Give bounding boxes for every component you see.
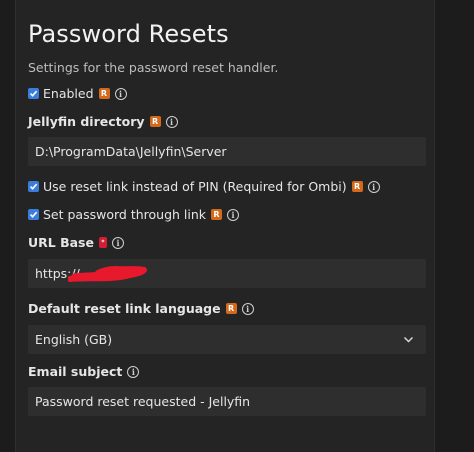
default-language-selected: English (GB) [35,332,113,347]
section-subtitle: Settings for the password reset handler. [28,60,279,75]
info-icon[interactable]: i [127,365,140,378]
url-base-label: URL Base [28,235,94,250]
jellyfin-directory-value: D:\ProgramData\Jellyfin\Server [35,144,227,159]
default-language-select[interactable]: English (GB) [28,325,426,354]
jellyfin-directory-input[interactable]: D:\ProgramData\Jellyfin\Server [28,137,426,166]
info-icon[interactable]: i [227,208,240,221]
restart-required-badge: R [149,116,161,127]
restart-required-badge: R [211,209,223,220]
default-language-label-row: Default reset link language R i [28,301,254,316]
redaction-scribble [68,266,147,282]
email-subject-input[interactable]: Password reset requested - Jellyfin [28,387,426,416]
info-icon[interactable]: i [114,87,127,100]
use-reset-link-row[interactable]: Use reset link instead of PIN (Required … [28,179,380,194]
settings-panel: Password Resets Settings for the passwor… [15,0,435,452]
enabled-checkbox[interactable] [28,88,39,99]
url-base-input[interactable]: https:// [28,259,426,288]
enabled-label: Enabled [43,86,94,101]
section-title: Password Resets [28,20,229,48]
url-base-label-row: URL Base * i [28,235,124,250]
info-icon[interactable]: i [367,180,380,193]
info-icon[interactable]: i [165,115,178,128]
email-subject-label: Email subject [28,364,123,379]
info-icon[interactable]: i [241,302,254,315]
restart-required-badge: R [98,88,110,99]
required-badge: * [98,237,107,248]
jellyfin-directory-label-row: Jellyfin directory R i [28,114,178,129]
use-reset-link-checkbox[interactable] [28,181,39,192]
restart-required-badge: R [225,303,237,314]
set-password-link-checkbox[interactable] [28,209,39,220]
email-subject-label-row: Email subject i [28,364,140,379]
set-password-link-label: Set password through link [43,207,207,222]
chevron-down-icon [403,336,414,343]
use-reset-link-label: Use reset link instead of PIN (Required … [43,179,347,194]
restart-required-badge: R [351,181,363,192]
jellyfin-directory-label: Jellyfin directory [28,114,145,129]
default-language-label: Default reset link language [28,301,221,316]
email-subject-value: Password reset requested - Jellyfin [35,394,251,409]
info-icon[interactable]: i [111,236,124,249]
set-password-link-row[interactable]: Set password through link R i [28,207,240,222]
enabled-row[interactable]: Enabled R i [28,86,127,101]
